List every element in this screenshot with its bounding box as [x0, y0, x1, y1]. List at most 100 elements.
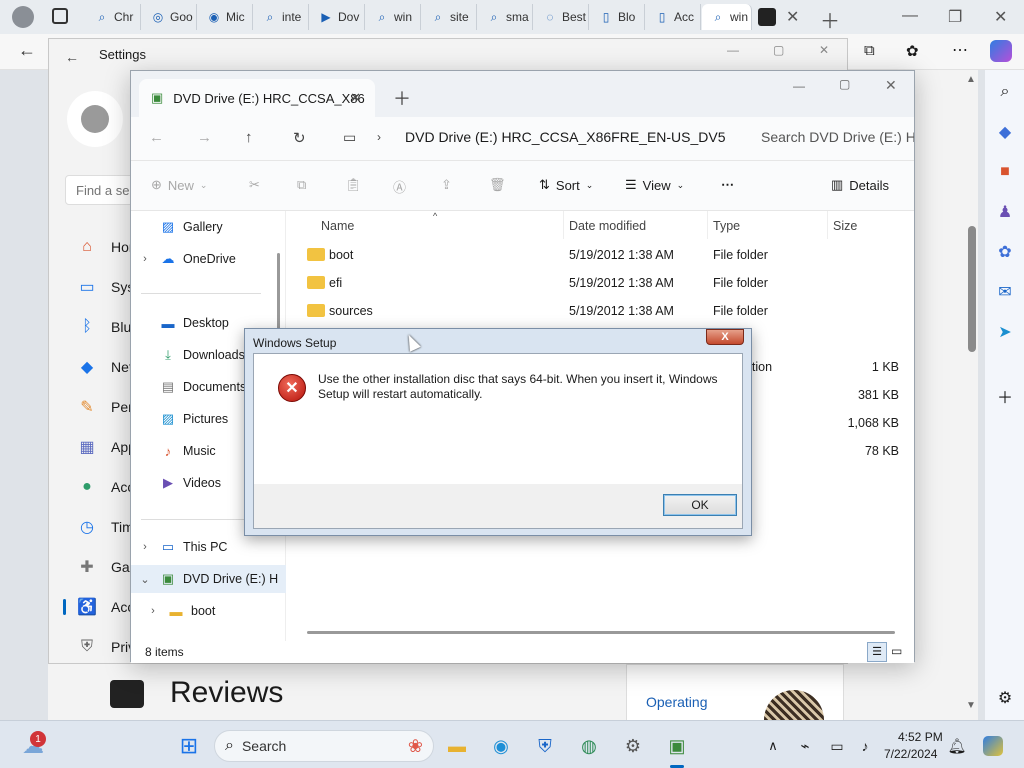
- dialog-close-button[interactable]: X: [706, 329, 744, 345]
- settings-taskbar-icon[interactable]: ⚙: [620, 733, 646, 759]
- sidebar-office-icon[interactable]: ✿: [995, 242, 1015, 262]
- copilot-icon[interactable]: [990, 40, 1012, 62]
- expand-chevron-icon[interactable]: ›: [131, 541, 159, 553]
- expand-chevron-icon[interactable]: ›: [131, 253, 159, 265]
- browser-tab[interactable]: ⌕ win: [366, 4, 421, 30]
- defender-taskbar-icon[interactable]: ⛨: [532, 733, 558, 759]
- file-row[interactable]: boot 5/19/2012 1:38 AM File folder: [287, 241, 907, 269]
- network-app-taskbar-icon[interactable]: ◍: [576, 733, 602, 759]
- sidebar-people-icon[interactable]: ♟: [995, 202, 1015, 222]
- browser-tab[interactable]: ◌ Best: [534, 4, 589, 30]
- file-row[interactable]: sources 5/19/2012 1:38 AM File folder: [287, 297, 907, 325]
- expand-chevron-icon[interactable]: ›: [139, 605, 167, 617]
- view-button[interactable]: ☰ View ⌄: [625, 177, 684, 193]
- nav-item[interactable]: › ▭ This PC: [131, 533, 286, 561]
- active-tab-close-icon[interactable]: ✕: [786, 7, 799, 27]
- browser-tab[interactable]: ⌕ Chr: [86, 4, 141, 30]
- settings-nav-item[interactable]: ● Acc: [77, 477, 134, 497]
- back-icon[interactable]: ←: [149, 129, 164, 146]
- nav-item[interactable]: › ▬ boot: [131, 597, 286, 625]
- settings-nav-item[interactable]: ◷ Tim: [77, 517, 134, 537]
- browser-tab[interactable]: ⌕ sma: [478, 4, 533, 30]
- settings-nav-item[interactable]: ⛨ Priv: [77, 637, 135, 657]
- settings-maximize-icon[interactable]: ▢: [773, 43, 784, 57]
- nav-item[interactable]: ⌄ ▣ DVD Drive (E:) H: [131, 565, 286, 593]
- close-window-icon[interactable]: ✕: [994, 7, 1007, 27]
- rename-icon[interactable]: Ⓐ: [393, 177, 406, 196]
- sidebar-tag-icon[interactable]: ◆: [995, 122, 1015, 142]
- column-size[interactable]: Size: [833, 219, 857, 233]
- copy-icon[interactable]: ⧉: [297, 177, 306, 193]
- more-options-icon[interactable]: ⋯: [952, 40, 968, 60]
- explorer-maximize-icon[interactable]: ▢: [839, 77, 850, 91]
- network-off-icon[interactable]: ⌁: [792, 733, 818, 759]
- new-button[interactable]: ⊕ New ⌄: [151, 177, 207, 193]
- browser-tab[interactable]: ◉ Mic: [198, 4, 253, 30]
- cut-icon[interactable]: ✂: [249, 177, 260, 193]
- restore-icon[interactable]: ❐: [948, 7, 962, 27]
- explorer-new-tab-icon[interactable]: ＋: [393, 85, 411, 111]
- settings-nav-item[interactable]: ⌂ Hor: [77, 237, 133, 257]
- browser-tab[interactable]: ▯ Acc: [646, 4, 701, 30]
- settings-nav-item[interactable]: ✚ Gar: [77, 557, 134, 577]
- column-date[interactable]: Date modified: [569, 219, 646, 233]
- scroll-down-icon[interactable]: ▼: [966, 700, 976, 711]
- settings-nav-item[interactable]: ▦ App: [77, 437, 135, 457]
- ok-button[interactable]: OK: [663, 494, 737, 516]
- profile-avatar[interactable]: [12, 6, 34, 28]
- browser-tab[interactable]: ◎ Goo: [142, 4, 197, 30]
- dvd-taskbar-icon[interactable]: ▣: [664, 733, 690, 759]
- explorer-tab-close-icon[interactable]: ✕: [350, 90, 361, 106]
- column-type[interactable]: Type: [713, 219, 740, 233]
- sidebar-search-icon[interactable]: ⌕: [995, 82, 1015, 102]
- expand-chevron-icon[interactable]: ⌄: [131, 573, 159, 586]
- nav-item[interactable]: › ☁ OneDrive: [131, 245, 286, 273]
- paste-icon[interactable]: 📋︎: [345, 177, 362, 193]
- taskbar-search[interactable]: ⌕ Search ❀: [214, 730, 434, 762]
- edge-taskbar-icon[interactable]: ◉: [488, 733, 514, 759]
- details-view-icon[interactable]: ☰: [867, 642, 887, 662]
- explorer-close-icon[interactable]: ✕: [885, 77, 897, 94]
- file-row[interactable]: efi 5/19/2012 1:38 AM File folder: [287, 269, 907, 297]
- volume-icon[interactable]: ♪: [852, 733, 878, 759]
- clock-time[interactable]: 4:52 PM: [898, 730, 943, 744]
- page-scrollbar[interactable]: [968, 226, 976, 352]
- sidebar-add-icon[interactable]: ＋: [995, 386, 1015, 407]
- explorer-search-input[interactable]: Search DVD Drive (E:) HR: [761, 129, 914, 145]
- sort-button[interactable]: ⇅ Sort ⌄: [539, 177, 593, 193]
- forward-icon[interactable]: →: [197, 129, 212, 146]
- operating-link[interactable]: Operating: [646, 694, 707, 710]
- collections-icon[interactable]: ⧉: [864, 42, 875, 59]
- settings-close-icon[interactable]: ✕: [819, 43, 829, 57]
- display-icon[interactable]: ▭: [824, 733, 850, 759]
- breadcrumb[interactable]: DVD Drive (E:) HRC_CCSA_X86FRE_EN-US_DV5: [405, 129, 726, 145]
- sidebar-tools-icon[interactable]: ■: [995, 162, 1015, 182]
- back-arrow-icon[interactable]: ←: [18, 40, 36, 61]
- explorer-minimize-icon[interactable]: —: [793, 79, 805, 93]
- tiles-view-icon[interactable]: ▭: [891, 644, 902, 658]
- browser-tab[interactable]: ⌕ site: [422, 4, 477, 30]
- settings-nav-item[interactable]: ◆ Net: [77, 357, 133, 377]
- browser-tab[interactable]: ▯ Blo: [590, 4, 645, 30]
- sidebar-settings-icon[interactable]: ⚙: [995, 688, 1015, 708]
- details-button[interactable]: ▥ Details: [831, 177, 889, 193]
- minimize-icon[interactable]: —: [902, 7, 918, 25]
- more-commands-icon[interactable]: ⋯: [721, 177, 734, 193]
- refresh-icon[interactable]: ↻: [293, 129, 306, 147]
- clock-date[interactable]: 7/22/2024: [884, 747, 937, 761]
- explorer-tab[interactable]: ▣ DVD Drive (E:) HRC_CCSA_X86 ✕: [139, 79, 375, 117]
- show-hidden-icons-icon[interactable]: ∧: [760, 733, 786, 759]
- settings-minimize-icon[interactable]: —: [727, 43, 739, 57]
- horizontal-scrollbar[interactable]: [307, 631, 895, 634]
- delete-icon[interactable]: 🗑︎: [489, 177, 506, 193]
- settings-search-input[interactable]: [65, 175, 135, 205]
- column-name[interactable]: Name: [321, 219, 354, 233]
- nav-item[interactable]: ▨ Gallery: [131, 213, 286, 241]
- notification-bell-icon[interactable]: 🔔︎: [944, 733, 970, 759]
- new-tab-icon[interactable]: ＋: [820, 5, 840, 34]
- sidebar-outlook-icon[interactable]: ✉: [995, 282, 1015, 302]
- browser-tab[interactable]: ⌕ win: [702, 4, 752, 30]
- tab-actions-icon[interactable]: [52, 8, 68, 24]
- browser-tab[interactable]: ⌕ inte: [254, 4, 309, 30]
- up-icon[interactable]: ↑: [245, 129, 253, 146]
